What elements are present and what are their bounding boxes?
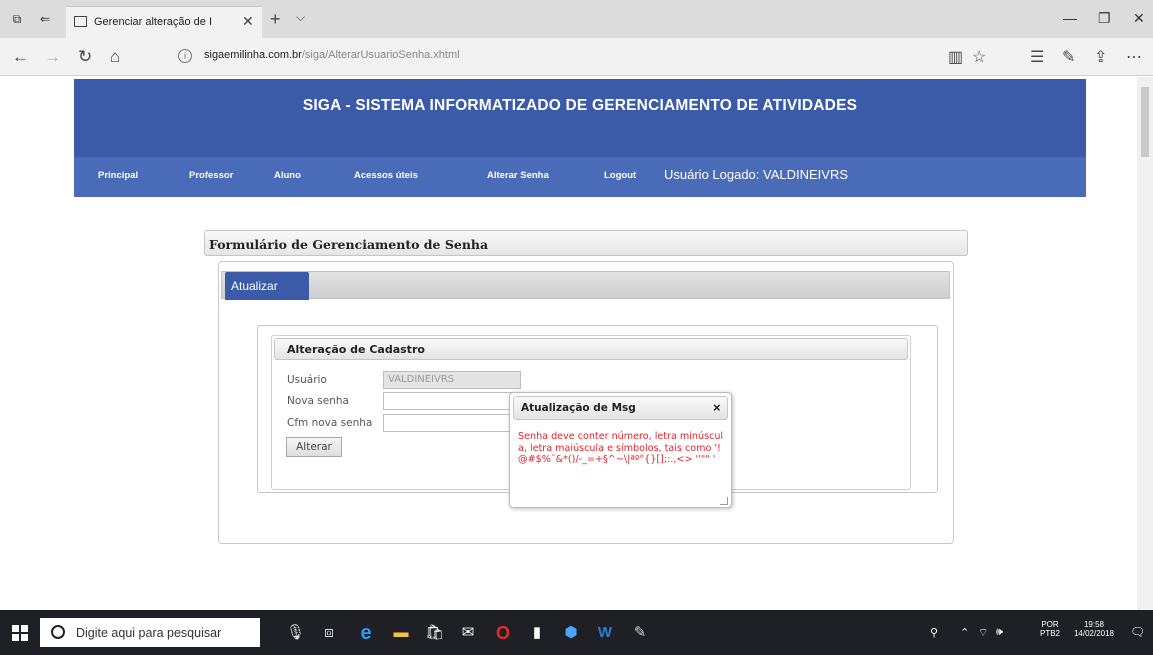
- menu-acessos-uteis[interactable]: Acessos úteis: [354, 170, 418, 181]
- user-label: Usuário: [287, 374, 327, 386]
- menu-professor[interactable]: Professor: [189, 170, 233, 181]
- opera-icon[interactable]: O: [494, 624, 512, 642]
- message-dialog: Atualização de Msg × Senha deve conter n…: [509, 392, 732, 508]
- paint-icon[interactable]: ✎: [631, 624, 649, 642]
- user-field: VALDINEIVRS: [383, 371, 521, 389]
- taskbar-search[interactable]: Digite aqui para pesquisar: [40, 618, 260, 647]
- favorites-hub-icon[interactable]: ☰: [1030, 47, 1044, 67]
- favorite-star-icon[interactable]: ☆: [972, 47, 986, 67]
- tab-actions-icon[interactable]: ⧉: [10, 12, 24, 26]
- app-icon[interactable]: ▮: [528, 624, 546, 642]
- url-field[interactable]: sigaemilinha.com.br/siga/AlterarUsuarioS…: [204, 49, 460, 61]
- confirm-password-input[interactable]: [383, 414, 513, 432]
- close-icon[interactable]: ×: [713, 400, 721, 415]
- task-view-icon[interactable]: ⧈: [320, 624, 338, 642]
- store-icon[interactable]: 🛍: [425, 624, 444, 642]
- site-header: SIGA - SISTEMA INFORMATIZADO DE GERENCIA…: [74, 79, 1086, 157]
- page-icon: [74, 16, 87, 27]
- minimize-icon[interactable]: —: [1063, 10, 1077, 26]
- dialog-message: Senha deve conter número, letra minúscul…: [518, 431, 724, 466]
- refresh-icon[interactable]: ↻: [78, 47, 92, 67]
- main-menu: Principal Professor Aluno Acessos úteis …: [74, 157, 1086, 197]
- confirm-password-label: Cfm nova senha: [287, 417, 373, 429]
- menu-logout[interactable]: Logout: [604, 170, 636, 181]
- new-password-label: Nova senha: [287, 395, 349, 407]
- language-indicator[interactable]: POR PTB2: [1036, 620, 1064, 638]
- file-explorer-icon[interactable]: ▬: [392, 624, 410, 642]
- tab-title: Gerenciar alteração de I: [94, 16, 213, 28]
- word-icon[interactable]: W: [596, 624, 614, 642]
- pen-icon[interactable]: ✎: [1062, 47, 1075, 67]
- legend-title: Alteração de Cadastro: [287, 343, 425, 356]
- tab-atualizar[interactable]: Atualizar: [225, 272, 309, 300]
- maximize-icon[interactable]: ❐: [1098, 10, 1111, 27]
- back-icon[interactable]: ←: [12, 47, 29, 67]
- chevron-down-icon[interactable]: ⌵: [296, 10, 305, 25]
- page-viewport: SIGA - SISTEMA INFORMATIZADO DE GERENCIA…: [0, 77, 1137, 610]
- vertical-scrollbar[interactable]: [1137, 77, 1153, 610]
- address-bar: ← → ↻ ⌂ i sigaemilinha.com.br/siga/Alter…: [0, 38, 1153, 76]
- tab-strip: Atualizar: [221, 271, 950, 300]
- mail-icon[interactable]: ✉: [459, 624, 477, 642]
- form-title: Formulário de Gerenciamento de Senha: [209, 237, 489, 252]
- resize-grip-icon[interactable]: [720, 497, 728, 505]
- new-password-input[interactable]: [383, 392, 513, 410]
- menu-aluno[interactable]: Aluno: [274, 170, 301, 181]
- new-tab-icon[interactable]: +: [270, 9, 281, 30]
- network-icon[interactable]: ⌔: [978, 626, 988, 640]
- site-title: SIGA - SISTEMA INFORMATIZADO DE GERENCIA…: [302, 97, 858, 114]
- cortana-icon: [51, 625, 65, 639]
- clock[interactable]: 19:58 14/02/2018: [1068, 620, 1120, 638]
- browser-tab[interactable]: Gerenciar alteração de I ✕: [66, 6, 262, 38]
- edge-icon[interactable]: e: [357, 623, 375, 643]
- reading-view-icon[interactable]: ▥: [948, 47, 963, 67]
- dialog-title: Atualização de Msg: [521, 402, 636, 414]
- alterar-button[interactable]: Alterar: [286, 437, 342, 457]
- form-panel-header: Formulário de Gerenciamento de Senha: [204, 230, 968, 256]
- volume-icon[interactable]: 🕪: [996, 626, 1003, 639]
- scrollbar-thumb[interactable]: [1141, 87, 1149, 157]
- browser-tab-bar: ⧉ ⇐ Gerenciar alteração de I ✕ + ⌵ — ❐ ✕: [0, 0, 1153, 38]
- menu-alterar-senha[interactable]: Alterar Senha: [487, 170, 549, 181]
- set-aside-tabs-icon[interactable]: ⇐: [38, 12, 52, 26]
- microphone-icon[interactable]: 🎙: [286, 624, 305, 642]
- forward-icon[interactable]: →: [44, 47, 61, 67]
- menu-principal[interactable]: Principal: [98, 170, 138, 181]
- taskbar: Digite aqui para pesquisar 🎙 ⧈ e ▬ 🛍 ✉ O…: [0, 610, 1153, 655]
- tray-chevron-icon[interactable]: ⌃: [960, 626, 969, 639]
- home-icon[interactable]: ⌂: [110, 47, 120, 67]
- search-placeholder: Digite aqui para pesquisar: [76, 626, 222, 640]
- logged-user-label: Usuário Logado: VALDINEIVRS: [664, 167, 849, 182]
- fieldset-legend: Alteração de Cadastro: [274, 338, 908, 360]
- close-window-icon[interactable]: ✕: [1133, 10, 1145, 27]
- cube-app-icon[interactable]: ⬢: [562, 624, 580, 642]
- notifications-icon[interactable]: 🗨: [1130, 625, 1145, 639]
- info-icon[interactable]: i: [178, 49, 192, 63]
- windows-start-icon[interactable]: [12, 625, 28, 641]
- more-icon[interactable]: ⋯: [1126, 47, 1142, 67]
- people-icon[interactable]: ⚲: [930, 626, 938, 639]
- close-tab-icon[interactable]: ✕: [242, 13, 254, 30]
- dialog-header[interactable]: Atualização de Msg ×: [513, 396, 728, 420]
- share-icon[interactable]: ⇪: [1094, 47, 1107, 67]
